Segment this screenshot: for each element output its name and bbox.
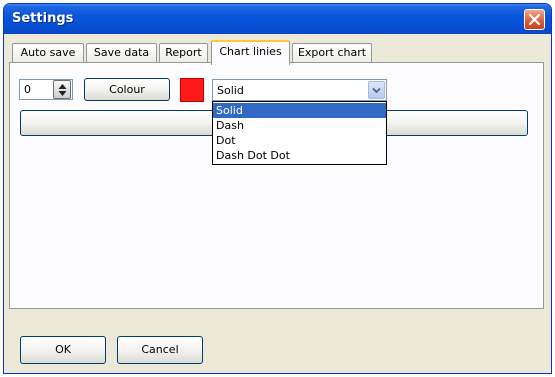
ok-button[interactable]: OK <box>20 336 106 364</box>
tab-report[interactable]: Report <box>159 43 208 63</box>
line-style-option-dash-dot-dot[interactable]: Dash Dot Dot <box>213 148 386 163</box>
window-title: Settings <box>12 11 74 26</box>
tab-save-data[interactable]: Save data <box>86 43 157 63</box>
close-icon <box>528 13 541 26</box>
line-style-dropdown-list: Solid Dash Dot Dash Dot Dot <box>212 101 387 165</box>
tab-chart-linies[interactable]: Chart linies <box>211 40 290 65</box>
line-style-selected-value: Solid <box>217 84 244 97</box>
line-style-select[interactable]: Solid <box>212 79 387 101</box>
line-style-option-dash[interactable]: Dash <box>213 118 386 133</box>
line-index-spinner-button[interactable] <box>53 80 71 99</box>
up-down-arrows-icon <box>58 84 67 96</box>
chevron-down-icon <box>372 87 381 94</box>
colour-swatch[interactable] <box>180 78 204 102</box>
line-style-option-solid[interactable]: Solid <box>213 103 386 118</box>
title-bar[interactable]: Settings <box>4 4 551 34</box>
close-button[interactable] <box>524 9 545 30</box>
tab-auto-save[interactable]: Auto save <box>12 43 84 63</box>
dropdown-button[interactable] <box>368 81 385 99</box>
line-style-option-dot[interactable]: Dot <box>213 133 386 148</box>
cancel-button[interactable]: Cancel <box>117 336 203 364</box>
tab-export-chart[interactable]: Export chart <box>292 43 372 63</box>
colour-button[interactable]: Colour <box>84 78 170 101</box>
